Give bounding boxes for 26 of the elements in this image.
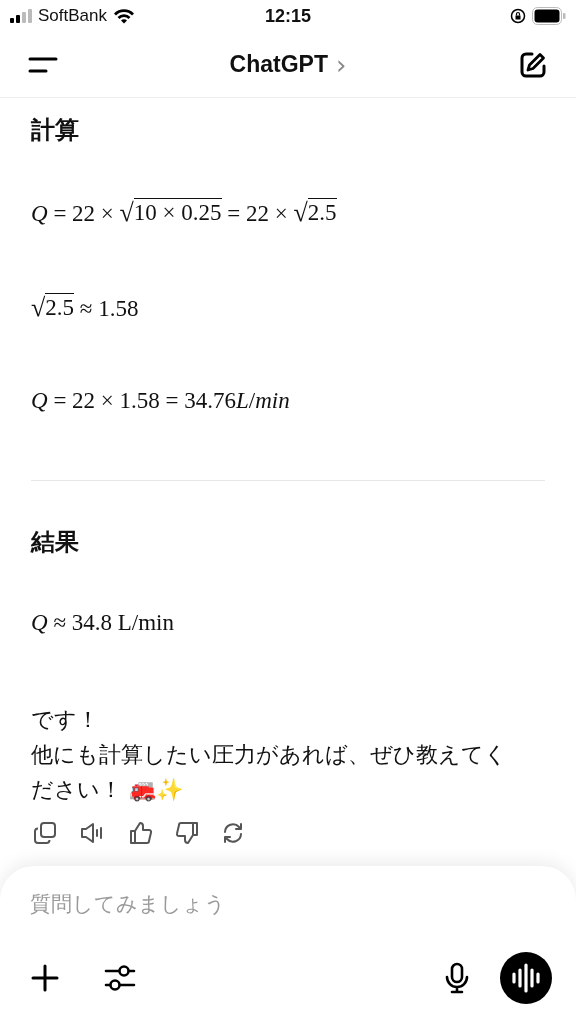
thumbs-up-icon[interactable]: [129, 821, 153, 845]
rotation-lock-icon: [510, 8, 526, 24]
math-formula: √2.5 ≈ 1.58: [31, 293, 140, 322]
reply-text: です！: [31, 706, 100, 734]
menu-icon[interactable]: [28, 55, 58, 74]
section-heading: 計算: [31, 115, 80, 146]
battery-icon: [532, 7, 566, 25]
chevron-icon[interactable]: ›: [336, 51, 347, 78]
signal-icon: [10, 9, 32, 23]
regenerate-icon[interactable]: [221, 821, 245, 845]
microphone-icon[interactable]: [444, 962, 470, 994]
plus-icon[interactable]: [30, 963, 60, 993]
reply-text: 他にも計算したい圧力があれば、ぜひ教えてください！ 🚒✨: [31, 741, 508, 804]
section-heading: 結果: [31, 527, 80, 558]
wifi-icon: [113, 8, 135, 24]
app-title[interactable]: ChatGPT: [229, 51, 328, 78]
carrier-name: SoftBank: [38, 6, 107, 26]
copy-icon[interactable]: [33, 821, 57, 845]
voice-mode-button[interactable]: [500, 952, 552, 1004]
math-formula: Q = 22 × √10 × 0.25 = 22 × √2.5: [31, 198, 338, 227]
math-formula: Q ≈ 34.8 L/min: [31, 610, 175, 636]
message-input[interactable]: 質問してみましょう: [30, 886, 430, 922]
sliders-icon[interactable]: [104, 963, 136, 993]
math-formula: Q = 22 × 1.58 = 34.76L/min: [31, 388, 291, 414]
thumbs-down-icon[interactable]: [175, 821, 199, 845]
clock-time: 12:15: [264, 5, 311, 27]
